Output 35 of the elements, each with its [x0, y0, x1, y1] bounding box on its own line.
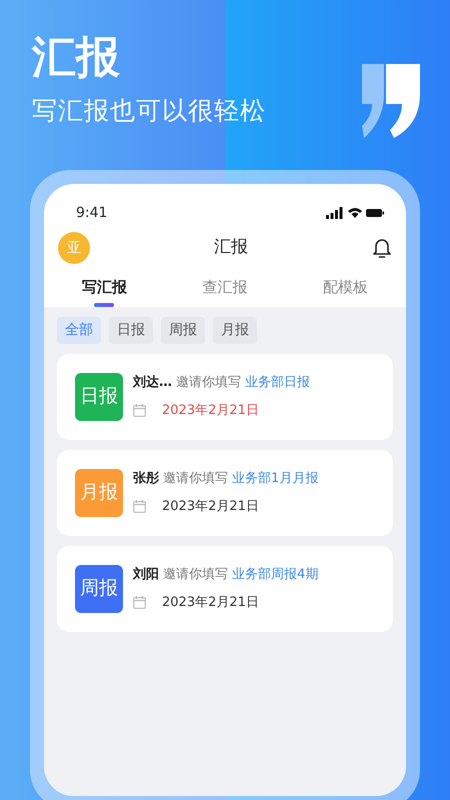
status-time: 9:41: [76, 204, 108, 222]
report-date: 2023年2月21日: [162, 498, 259, 516]
calendar-icon: [133, 500, 146, 513]
invite-text: 邀请你填写: [163, 566, 228, 584]
subheadline: 写汇报也可以很轻松: [32, 95, 266, 128]
report-card[interactable]: 日报 刘达… 邀请你填写 业务部日报 2023年2月21日: [57, 354, 393, 440]
report-link[interactable]: 业务部1月月报: [232, 469, 318, 488]
status-icons: [326, 207, 384, 219]
report-card[interactable]: 周报 刘阳 邀请你填写 业务部周报4期 2023年2月21日: [57, 546, 393, 632]
report-card[interactable]: 月报 张彤 邀请你填写 业务部1月月报 2023年2月21日: [57, 450, 393, 536]
report-type-badge: 月报: [75, 468, 123, 516]
report-date: 2023年2月21日: [162, 402, 259, 420]
filter-chip[interactable]: 全部: [57, 316, 101, 344]
filter-chip[interactable]: 月报: [213, 316, 257, 344]
headline: 汇报: [32, 34, 120, 82]
tab[interactable]: 写汇报: [44, 266, 165, 306]
bell-icon[interactable]: [372, 237, 392, 259]
requester-name: 张彤: [133, 470, 159, 488]
report-type-badge: 日报: [75, 372, 123, 420]
report-link[interactable]: 业务部日报: [245, 373, 310, 392]
filter-chip[interactable]: 日报: [109, 316, 153, 344]
requester-name: 刘达…: [133, 374, 172, 392]
calendar-icon: [133, 596, 146, 609]
invite-text: 邀请你填写: [176, 374, 241, 392]
page-title: 汇报: [214, 236, 248, 260]
calendar-icon: [133, 404, 146, 417]
tab[interactable]: 配模板: [285, 266, 406, 306]
report-date: 2023年2月21日: [162, 594, 259, 612]
filter-chip[interactable]: 周报: [161, 316, 205, 344]
report-link[interactable]: 业务部周报4期: [232, 565, 318, 584]
invite-text: 邀请你填写: [163, 470, 228, 488]
requester-name: 刘阳: [133, 566, 159, 584]
tab[interactable]: 查汇报: [164, 266, 286, 306]
report-type-badge: 周报: [75, 564, 123, 612]
quote-mark-icon: [362, 64, 420, 138]
